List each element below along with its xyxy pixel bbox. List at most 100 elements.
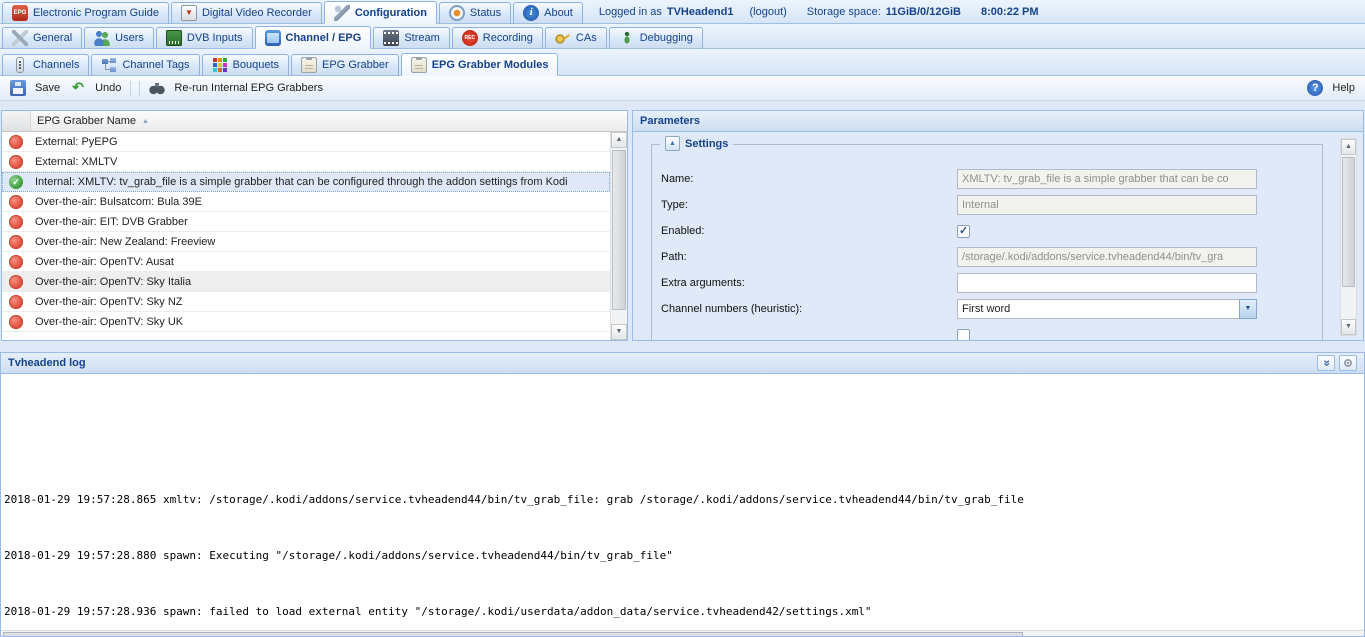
path-field xyxy=(957,247,1257,267)
channel-epg-tab[interactable]: Channel Tags xyxy=(91,54,199,76)
status-column-header xyxy=(2,111,31,131)
users-icon xyxy=(94,30,110,46)
type-field-label: Type: xyxy=(661,199,957,211)
grid-header: EPG Grabber Name ▲ xyxy=(2,111,627,132)
toolbar-separator xyxy=(130,81,131,96)
help-button[interactable]: Help xyxy=(1302,78,1360,98)
scroll-up-arrow[interactable]: ▲ xyxy=(611,132,627,148)
configuration-tab[interactable]: Stream xyxy=(373,27,449,49)
log-horizontal-scrollbar[interactable] xyxy=(1,630,1364,636)
grabber-rows[interactable]: External: PyEPG External: XMLTV Internal… xyxy=(2,132,610,340)
main-tab[interactable]: Status xyxy=(439,2,511,24)
type-field xyxy=(957,195,1257,215)
configuration-tab[interactable]: CAs xyxy=(545,27,607,49)
bug-icon xyxy=(619,30,635,46)
log-line: 2018-01-29 19:57:28.880 spawn: Executing… xyxy=(4,549,1364,563)
main-tab[interactable]: Electronic Program Guide xyxy=(2,2,169,24)
tv-icon xyxy=(265,30,281,46)
scroll-up-arrow[interactable]: ▲ xyxy=(1341,139,1356,155)
grabber-row[interactable]: Over-the-air: New Zealand: Freeview xyxy=(2,232,610,252)
configuration-tabs: General Users DVB Inputs Channel / EPG xyxy=(2,24,705,48)
grid-icon xyxy=(212,57,228,73)
help-icon xyxy=(1307,80,1323,96)
grabber-row[interactable]: Over-the-air: OpenTV: Sky Italia xyxy=(2,272,610,292)
main-tab[interactable]: About xyxy=(513,2,583,24)
channel-epg-tab[interactable]: Channels xyxy=(2,54,89,76)
key-icon xyxy=(555,30,571,46)
wrench-icon xyxy=(334,5,350,21)
configuration-tab[interactable]: DVB Inputs xyxy=(156,27,253,49)
parameters-scrollbar[interactable]: ▲ ▼ xyxy=(1340,138,1357,336)
configuration-tab[interactable]: General xyxy=(2,27,82,49)
grabber-row[interactable]: Over-the-air: Bulsatcom: Bula 39E xyxy=(2,192,610,212)
extra-arguments-field-label: Extra arguments: xyxy=(661,277,957,289)
log-body[interactable]: 2018-01-29 19:57:28.861 xmltv: /storage/… xyxy=(1,374,1364,636)
channel-numbers-combo[interactable]: ▼ xyxy=(957,299,1257,319)
configuration-tab[interactable]: Debugging xyxy=(609,27,703,49)
scrollbar-thumb[interactable] xyxy=(3,632,1023,636)
status-icon xyxy=(9,275,23,289)
logged-in-prefix: Logged in as xyxy=(599,6,662,18)
toolbar: Save Undo Re-run Internal EPG Grabbers H… xyxy=(0,76,1365,101)
save-button[interactable]: Save xyxy=(5,78,65,98)
dvb-icon xyxy=(166,30,182,46)
rec-icon xyxy=(462,30,478,46)
scroll-down-arrow[interactable]: ▼ xyxy=(611,324,627,340)
rerun-internal-epg-grabbers-button[interactable]: Re-run Internal EPG Grabbers xyxy=(144,78,328,98)
channel-epg-tab[interactable]: Bouquets xyxy=(202,54,289,76)
grabber-row[interactable]: External: PyEPG xyxy=(2,132,610,152)
grid-scrollbar[interactable]: ▲ ▼ xyxy=(610,132,627,340)
name-field xyxy=(957,169,1257,189)
extra-arguments-field-row: Extra arguments: xyxy=(661,273,1322,293)
log-settings-icon[interactable] xyxy=(1339,355,1357,371)
main-tab[interactable]: Configuration xyxy=(324,1,437,24)
configuration-tab[interactable]: Users xyxy=(84,27,154,49)
clipped-checkbox[interactable] xyxy=(957,329,970,342)
main-tab[interactable]: Digital Video Recorder xyxy=(171,2,322,24)
settings-fieldset: ▲ Settings Name: Type: Enabled: Path: xyxy=(651,144,1323,341)
epg-icon xyxy=(12,5,28,21)
collapse-log-icon[interactable] xyxy=(1317,355,1335,371)
channel-epg-tabs: Channels Channel Tags Bouquets EPG Grabb… xyxy=(2,49,560,75)
status-icon xyxy=(9,215,23,229)
status-icon xyxy=(449,5,465,21)
grabber-row[interactable]: Over-the-air: OpenTV: Sky UK xyxy=(2,312,610,332)
channel-epg-tab[interactable]: EPG Grabber xyxy=(291,54,399,76)
configuration-tab[interactable]: Channel / EPG xyxy=(255,26,372,49)
grabber-row[interactable]: Internal: XMLTV: tv_grab_file is a simpl… xyxy=(2,172,610,192)
extra-arguments-field[interactable] xyxy=(957,273,1257,293)
name-field-label: Name: xyxy=(661,173,957,185)
parameters-panel: Parameters ▲ Settings Name: Type: Enable… xyxy=(632,110,1364,341)
grabber-row[interactable]: External: XMLTV xyxy=(2,152,610,172)
logout-link[interactable]: (logout) xyxy=(750,6,787,18)
log-line: 2018-01-29 19:57:28.865 xmltv: /storage/… xyxy=(4,493,1364,507)
log-panel-header: Tvheadend log xyxy=(1,353,1364,374)
tree-icon xyxy=(101,57,117,73)
enabled-field-label: Enabled: xyxy=(661,225,957,237)
grabber-row[interactable]: Over-the-air: OpenTV: Ausat xyxy=(2,252,610,272)
grabber-row[interactable]: Over-the-air: OpenTV: Sky NZ xyxy=(2,292,610,312)
scrollbar-thumb[interactable] xyxy=(1342,157,1355,287)
column-header-epg-grabber-name[interactable]: EPG Grabber Name ▲ xyxy=(31,111,627,131)
scroll-down-arrow[interactable]: ▼ xyxy=(1341,319,1356,335)
channel-numbers-value[interactable] xyxy=(957,299,1239,319)
undo-button[interactable]: Undo xyxy=(65,78,126,98)
status-icon xyxy=(9,235,23,249)
combo-dropdown-icon[interactable]: ▼ xyxy=(1239,299,1257,319)
log-line: 2018-01-29 19:57:28.936 spawn: failed to… xyxy=(4,605,1364,619)
channel-numbers-field-label: Channel numbers (heuristic): xyxy=(661,303,957,315)
enabled-checkbox[interactable] xyxy=(957,225,970,238)
grabber-row[interactable]: Over-the-air: EIT: DVB Grabber xyxy=(2,212,610,232)
clipboard-icon xyxy=(411,57,427,73)
scrollbar-thumb[interactable] xyxy=(612,150,626,310)
log-panel: Tvheadend log 2018-01-29 19:57:28.861 xm… xyxy=(0,352,1365,637)
toolbar-separator xyxy=(139,81,140,96)
log-lines: 2018-01-29 19:57:28.865 xmltv: /storage/… xyxy=(4,437,1364,636)
channel-epg-tab[interactable]: EPG Grabber Modules xyxy=(401,53,559,76)
status-icon xyxy=(9,295,23,309)
info-icon xyxy=(523,5,539,21)
stream-icon xyxy=(383,30,399,46)
configuration-tab[interactable]: Recording xyxy=(452,27,543,49)
channel-numbers-field-row: Channel numbers (heuristic): ▼ xyxy=(661,299,1322,319)
collapse-fieldset-icon[interactable]: ▲ xyxy=(665,136,680,151)
